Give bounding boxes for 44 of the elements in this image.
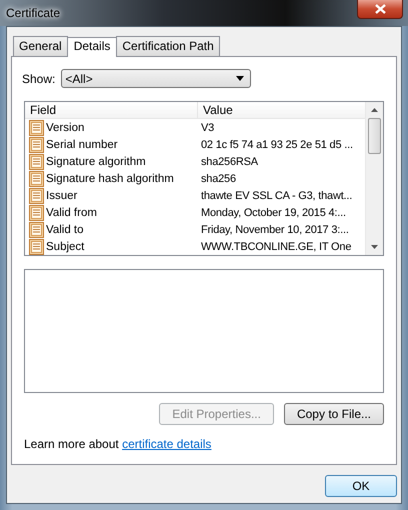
field-name[interactable]: Signature hash algorithm	[46, 172, 174, 184]
scroll-thumb[interactable]	[368, 118, 381, 154]
learn-more-text: Learn more about certificate details	[24, 437, 212, 451]
certificate-icon	[29, 170, 44, 186]
certificate-icon	[29, 238, 44, 254]
field-value: 02 1c f5 74 a1 93 25 2e 51 d5 ...	[201, 138, 353, 150]
tab[interactable]: Certification Path	[116, 36, 220, 56]
window-title: Certificate	[5, 5, 60, 20]
dropdown-arrow-icon	[236, 76, 244, 81]
certificate-icon	[29, 188, 44, 204]
certificate-icon	[29, 204, 44, 220]
tab[interactable]: Details	[66, 37, 118, 57]
certificate-icon	[29, 136, 44, 152]
field-value: Monday, October 19, 2015 4:...	[201, 206, 346, 218]
field-name[interactable]: Issuer	[46, 190, 78, 202]
field-value: sha256RSA	[201, 156, 258, 168]
scroll-down-icon[interactable]	[371, 245, 378, 249]
ok-button[interactable]: OK	[325, 475, 397, 497]
field-name[interactable]: Serial number	[46, 138, 118, 150]
action-button[interactable]: Copy to File...	[284, 403, 384, 425]
field-value: Friday, November 10, 2017 3:...	[201, 224, 349, 236]
scrollbar[interactable]	[365, 102, 383, 255]
field-name[interactable]: Valid to	[46, 224, 84, 236]
scroll-up-icon[interactable]	[371, 108, 378, 112]
field-name[interactable]: Signature algorithm	[46, 156, 146, 168]
column-header[interactable]: Field	[25, 102, 198, 118]
column-header[interactable]: Value	[198, 102, 233, 118]
value-detail-box[interactable]	[24, 269, 384, 393]
show-label: Show:	[22, 72, 56, 86]
certificate-icon	[29, 222, 44, 238]
show-dropdown[interactable]: <All>	[61, 69, 252, 88]
tab[interactable]: General	[13, 36, 68, 56]
close-button[interactable]	[357, 0, 403, 19]
field-value: WWW.TBCONLINE.GE, IT One	[201, 240, 352, 252]
close-icon	[374, 4, 386, 14]
certificate-icon	[29, 120, 44, 136]
field-name[interactable]: Valid from	[46, 206, 97, 218]
field-value: V3	[201, 122, 214, 134]
certificate-details-link[interactable]: certificate details	[122, 437, 212, 451]
certificate-icon	[29, 154, 44, 170]
field-value: thawte EV SSL CA - G3, thawt...	[201, 190, 352, 202]
field-value: sha256	[201, 172, 236, 184]
field-name[interactable]: Version	[46, 122, 84, 134]
field-name[interactable]: Subject	[46, 240, 84, 252]
